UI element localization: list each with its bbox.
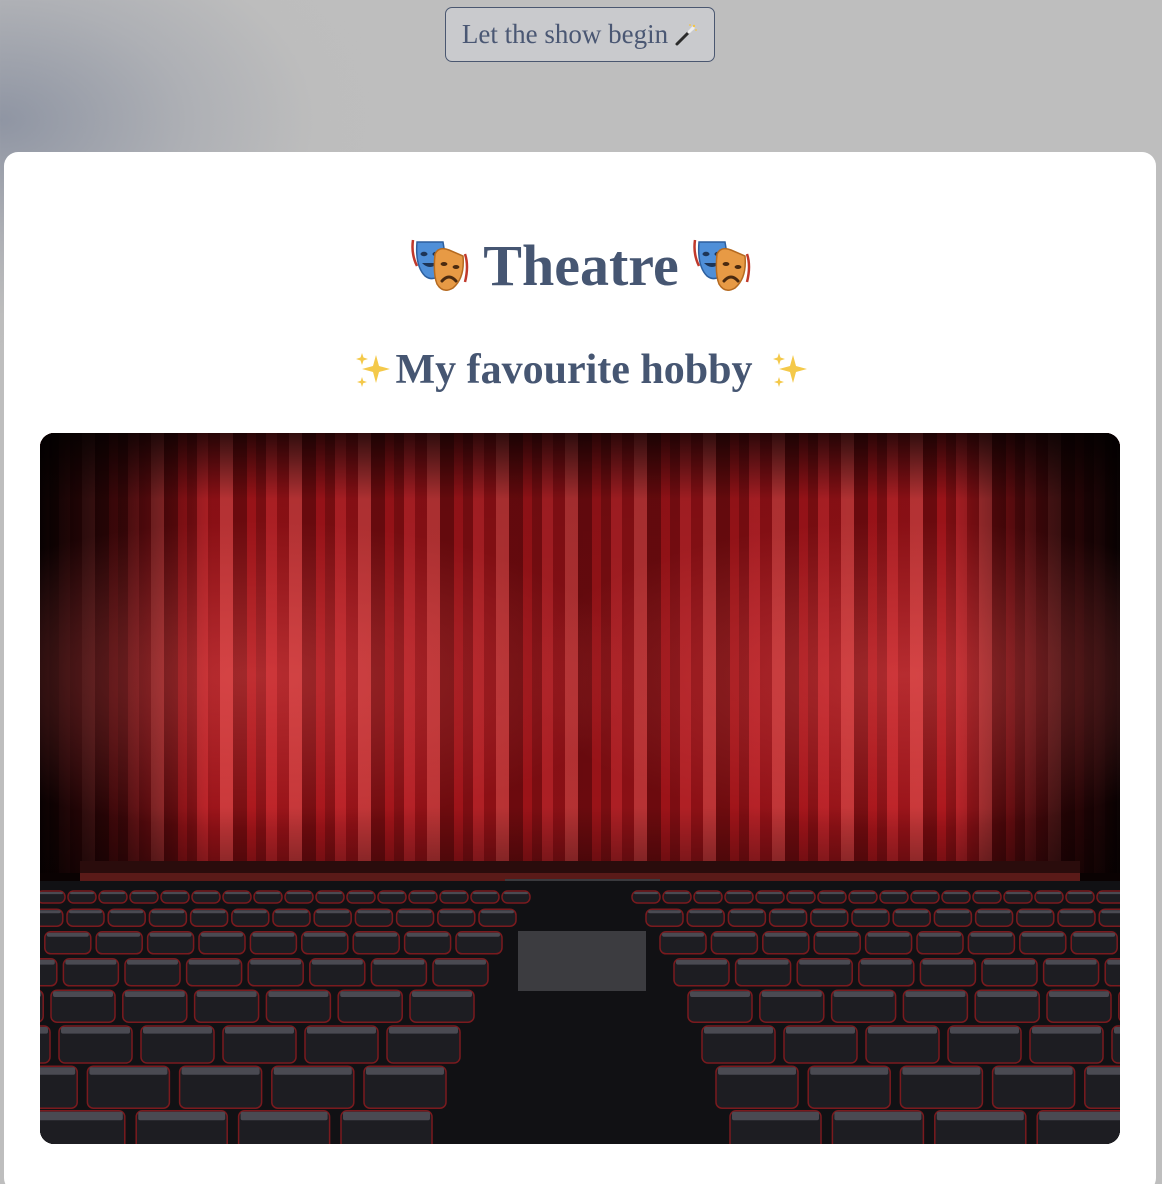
let-the-show-begin-button[interactable]: Let the show begin [445,7,715,62]
performing-arts-masks-icon [692,236,751,296]
performing-arts-masks-icon [411,236,469,296]
sparkles-icon [769,349,811,391]
subtitle-row: My favourite hobby [0,342,1162,398]
theatre-stage-image [40,433,1120,1144]
sparkles-icon [352,349,394,391]
page-title: Theatre [483,233,679,298]
show-button-label: Let the show begin [461,19,669,49]
subtitle: My favourite hobby [395,347,753,393]
top-bar: Let the show begin [0,0,1162,152]
magic-wand-icon [674,23,698,47]
title-row: Theatre [0,228,1162,304]
